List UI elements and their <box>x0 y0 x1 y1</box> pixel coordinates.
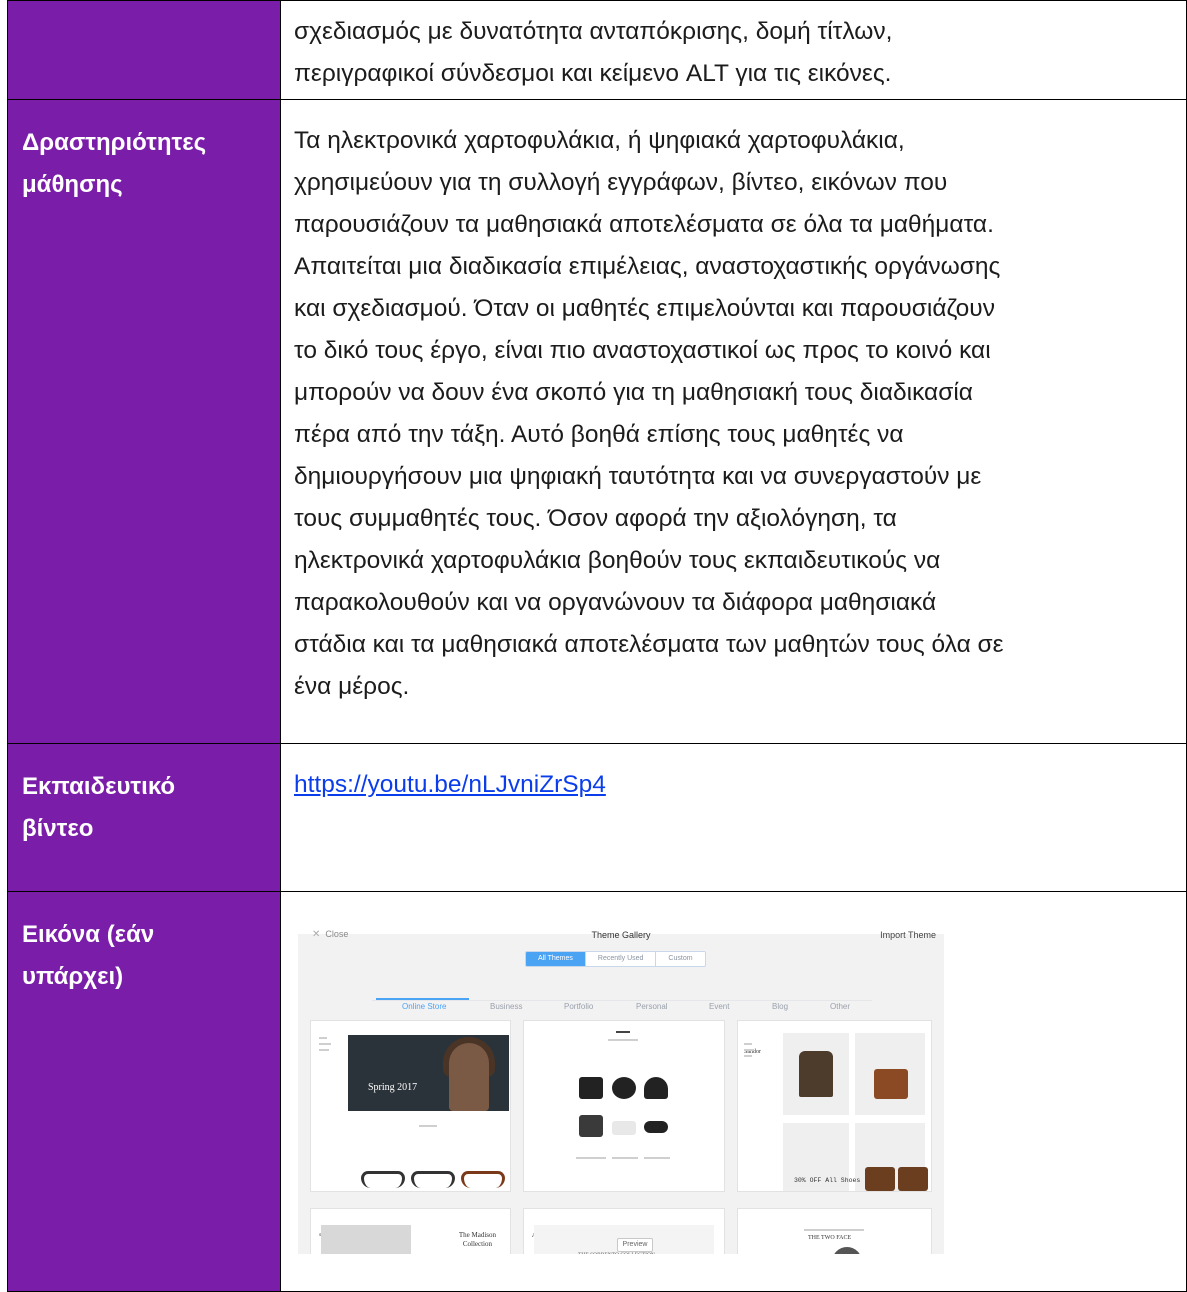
card-text-line <box>804 1229 864 1231</box>
text-line: δημιουργήσουν μια ψηφιακή ταυτότητα και … <box>294 463 982 490</box>
card-text-line <box>644 1157 670 1159</box>
collection-title: The Madison Collection <box>459 1231 496 1249</box>
preview-button: Preview <box>617 1238 653 1252</box>
theme-filter-segment: All Themes Recently Used Custom <box>525 951 706 967</box>
gallery-topbar: ✕ Close Theme Gallery Import Theme <box>298 906 944 940</box>
sofa-image <box>321 1225 411 1254</box>
card-text-line <box>744 1049 754 1051</box>
model-figure <box>449 1043 489 1111</box>
label-line: Εικόνα (εάν <box>22 921 155 948</box>
card-text-line <box>319 1049 329 1051</box>
theme-card: AVENUE THE SORRENTO COLLECTION Preview <box>524 1209 724 1254</box>
theme-card: THE TWO FACE <box>738 1209 931 1254</box>
text-line: περιγραφικοί σύνδεσμοι και κείμενο ALT γ… <box>294 60 892 87</box>
text-line: και σχεδιασμού. Όταν οι μαθητές επιμελού… <box>294 295 995 322</box>
row-label-empty <box>7 0 281 100</box>
glasses-product <box>461 1171 505 1188</box>
text-line: το δικό τους έργο, είναι πιο αναστοχαστι… <box>294 337 991 364</box>
row-content-design: σχεδιασμός με δυνατότητα ανταπόκρισης, δ… <box>280 0 1187 100</box>
card-text-line <box>744 1055 752 1057</box>
hero-caption: Spring 2017 <box>368 1082 418 1093</box>
text-line: Τα ηλεκτρονικά χαρτοφυλάκια, ή ψηφιακά χ… <box>294 127 905 154</box>
text-line: στάδια και τα μαθησιακά αποτελέσματα των… <box>294 631 1004 658</box>
label-line: βίντεο <box>22 815 94 842</box>
label-line: μάθησης <box>22 171 123 198</box>
table-row: σχεδιασμός με δυνατότητα ανταπόκρισης, δ… <box>7 0 1187 100</box>
text-line: μπορούν να δουν ένα σκοπό για τη μαθησια… <box>294 379 973 406</box>
row-label-video: Εκπαιδευτικό βίντεο <box>7 743 281 892</box>
gallery-title: Theme Gallery <box>591 930 651 940</box>
card-text-line <box>419 1125 437 1127</box>
card-text-line <box>616 1031 630 1033</box>
row-label-image: Εικόνα (εάν υπάρχει) <box>7 891 281 1292</box>
text-line: πέρα από την τάξη. Αυτό βοηθά επίσης του… <box>294 421 904 448</box>
category-tabs: Online Store Business Portfolio Personal… <box>298 986 944 1011</box>
tabs-divider <box>372 1000 872 1001</box>
text-line: τους συμμαθητές τους. Όσον αφορά την αξι… <box>294 505 897 532</box>
shoe-product <box>612 1121 636 1135</box>
jacket-image <box>799 1051 833 1097</box>
watch-product <box>612 1077 636 1099</box>
text-line: παρακολουθούν και να οργανώνουν τα διάφο… <box>294 589 937 616</box>
card-text-line <box>319 1037 327 1039</box>
shoe-image <box>898 1167 928 1191</box>
segment-custom: Custom <box>655 952 705 966</box>
table-row: Εικόνα (εάν υπάρχει) ✕ Close Theme Galler… <box>7 891 1187 1292</box>
label-line: Δραστηριότητες <box>22 129 207 156</box>
theme-card: Sandor 30% OFF All Shoes <box>738 1021 931 1191</box>
text-line: ηλεκτρονικά χαρτοφυλάκια βοηθούν τους εκ… <box>294 547 941 574</box>
text-line: Απαιτείται μια διαδικασία επιμέλειας, αν… <box>294 253 1001 280</box>
card-text-line <box>319 1043 331 1045</box>
text-line: παρουσιάζουν τα μαθησιακά αποτελέσματα σ… <box>294 211 994 238</box>
import-theme-button: Import Theme <box>880 930 936 940</box>
row-content-image: ✕ Close Theme Gallery Import Theme All Th… <box>280 891 1187 1292</box>
theme-card <box>524 1021 724 1191</box>
row-label-learning-activities: Δραστηριότητες μάθησης <box>7 99 281 744</box>
bag-image <box>874 1069 908 1099</box>
segment-all-themes: All Themes <box>526 952 585 966</box>
glasses-product <box>361 1171 405 1188</box>
hat-product <box>644 1077 668 1099</box>
card-text-line <box>608 1039 638 1041</box>
theme-card: STORYLE The Madison Collection <box>311 1209 510 1254</box>
card-brand: Sandor <box>744 1049 761 1055</box>
table-row: Δραστηριότητες μάθησης Τα ηλεκτρονικά χα… <box>7 99 1187 744</box>
sunglasses-product <box>644 1121 668 1133</box>
row-content-learning-activities: Τα ηλεκτρονικά χαρτοφυλάκια, ή ψηφιακά χ… <box>280 99 1187 744</box>
title-line: The Madison <box>458 1231 496 1239</box>
card-text-line <box>576 1157 606 1159</box>
glasses-product <box>411 1171 455 1188</box>
segment-recently-used: Recently Used <box>584 952 656 966</box>
text-line: ένα μέρος. <box>294 673 410 700</box>
table-row: Εκπαιδευτικό βίντεο https://youtu.be/nLJ… <box>7 743 1187 892</box>
theme-gallery-screenshot: ✕ Close Theme Gallery Import Theme All Th… <box>298 906 944 1254</box>
sale-banner: 30% OFF All Shoes <box>794 1177 861 1184</box>
label-line: Εκπαιδευτικό <box>22 773 176 800</box>
card-text-line <box>744 1043 752 1045</box>
shoe-image <box>865 1167 895 1191</box>
title-line: Collection <box>462 1240 493 1248</box>
jacket-product <box>579 1115 603 1137</box>
row-content-video: https://youtu.be/nLJvniZrSp4 <box>280 743 1187 892</box>
card-text-line <box>612 1157 638 1159</box>
tshirt-product <box>579 1077 603 1099</box>
video-link[interactable]: https://youtu.be/nLJvniZrSp4 <box>294 771 606 798</box>
label-line: υπάρχει) <box>22 963 124 990</box>
info-table: σχεδιασμός με δυνατότητα ανταπόκρισης, δ… <box>7 0 1187 1292</box>
text-line: χρησιμεύουν για τη συλλογή εγγράφων, βίν… <box>294 169 948 196</box>
theme-card: Spring 2017 <box>311 1021 510 1191</box>
card-hero-image: Spring 2017 <box>348 1035 509 1111</box>
text-line: σχεδιασμός με δυνατότητα ανταπόκρισης, δ… <box>294 18 893 45</box>
